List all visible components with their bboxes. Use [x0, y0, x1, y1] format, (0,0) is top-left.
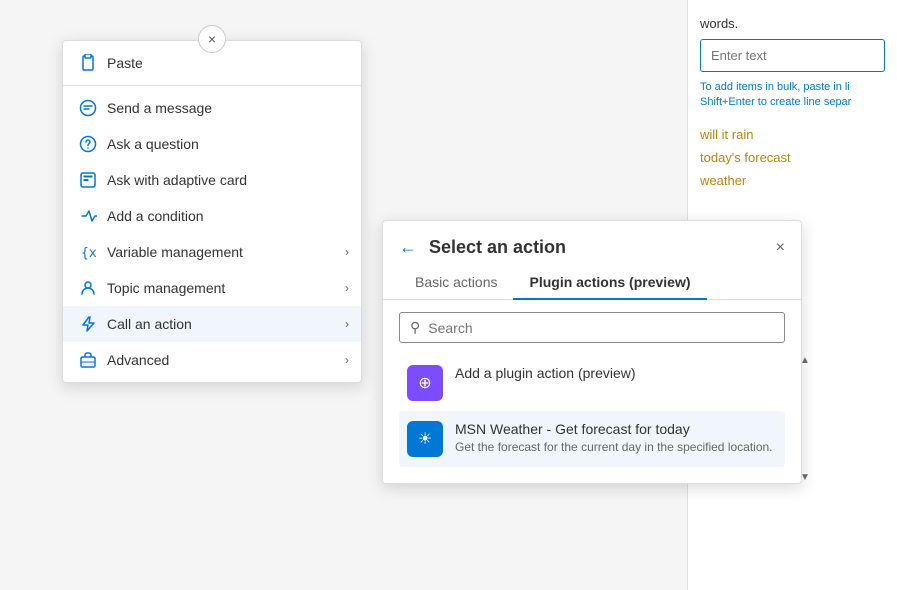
- action-item-msn-weather[interactable]: ☀ MSN Weather - Get forecast for today Get…: [399, 411, 785, 467]
- condition-icon: [79, 207, 97, 225]
- tag-weather: weather: [700, 173, 885, 188]
- context-menu: × PasteSend a messageAsk a questionAsk w…: [62, 40, 362, 383]
- chevron-right-icon: ›: [345, 353, 349, 367]
- scroll-up-button[interactable]: ▲: [800, 355, 810, 366]
- scroll-down-button[interactable]: ▼: [800, 472, 810, 483]
- menu-item-advanced[interactable]: Advanced ›: [63, 342, 361, 378]
- tag-forecast: today's forecast: [700, 150, 885, 165]
- menu-item-label-advanced: Advanced: [107, 352, 169, 368]
- action-item-title-add-plugin: Add a plugin action (preview): [455, 365, 777, 381]
- hint-text: To add items in bulk, paste in li Shift+…: [700, 80, 885, 111]
- action-list: ⊕ Add a plugin action (preview) ☀ MSN Weath…: [383, 355, 801, 483]
- menu-item-label-send-message: Send a message: [107, 100, 212, 116]
- tag-rain: will it rain: [700, 127, 885, 142]
- menu-item-label-variable: Variable management: [107, 244, 243, 260]
- tab-plugin[interactable]: Plugin actions (preview): [513, 266, 706, 300]
- action-panel: ← Select an action × Basic actionsPlugin…: [382, 220, 802, 484]
- action-panel-close-button[interactable]: ×: [776, 239, 785, 257]
- menu-item-call-action[interactable]: Call an action ›: [63, 306, 361, 342]
- chevron-right-icon: ›: [345, 245, 349, 259]
- variable-icon: {x}: [79, 243, 97, 261]
- menu-item-label-add-condition: Add a condition: [107, 208, 204, 224]
- chevron-right-icon: ›: [345, 317, 349, 331]
- menu-item-label-call-action: Call an action: [107, 316, 192, 332]
- svg-text:{x}: {x}: [81, 246, 97, 261]
- action-item-desc-msn-weather: Get the forecast for the current day in …: [455, 439, 777, 456]
- menu-item-label-ask-adaptive: Ask with adaptive card: [107, 172, 247, 188]
- words-label: words.: [700, 16, 885, 31]
- menu-item-topic[interactable]: Topic management ›: [63, 270, 361, 306]
- lightning-icon: [79, 315, 97, 333]
- enter-text-input[interactable]: [700, 39, 885, 72]
- action-item-add-plugin[interactable]: ⊕ Add a plugin action (preview): [399, 355, 785, 411]
- action-item-text-msn-weather: MSN Weather - Get forecast for today Get …: [455, 421, 777, 456]
- menu-item-add-condition[interactable]: Add a condition: [63, 198, 361, 234]
- search-box[interactable]: ⚲: [399, 312, 785, 343]
- scroll-indicator: ▲ ▼: [801, 355, 809, 483]
- paste-icon: [79, 54, 97, 72]
- adaptive-icon: [79, 171, 97, 189]
- action-item-title-msn-weather: MSN Weather - Get forecast for today: [455, 421, 777, 437]
- action-item-text-add-plugin: Add a plugin action (preview): [455, 365, 777, 383]
- question-icon: [79, 135, 97, 153]
- menu-item-label-paste: Paste: [107, 55, 143, 71]
- action-icon-add-plugin: ⊕: [407, 365, 443, 401]
- search-icon: ⚲: [410, 319, 420, 336]
- chevron-right-icon: ›: [345, 281, 349, 295]
- action-tabs: Basic actionsPlugin actions (preview): [383, 258, 801, 300]
- menu-item-ask-adaptive[interactable]: Ask with adaptive card: [63, 162, 361, 198]
- close-button[interactable]: ×: [198, 25, 226, 53]
- search-input[interactable]: [428, 320, 774, 336]
- action-panel-title: Select an action: [429, 237, 764, 258]
- message-icon: [79, 99, 97, 117]
- action-panel-header: ← Select an action ×: [383, 221, 801, 258]
- menu-item-ask-question[interactable]: Ask a question: [63, 126, 361, 162]
- menu-item-variable[interactable]: {x} Variable management ›: [63, 234, 361, 270]
- action-list-container: ⊕ Add a plugin action (preview) ☀ MSN Weath…: [383, 355, 801, 483]
- action-icon-msn-weather: ☀: [407, 421, 443, 457]
- menu-item-label-ask-question: Ask a question: [107, 136, 199, 152]
- topic-icon: [79, 279, 97, 297]
- menu-item-send-message[interactable]: Send a message: [63, 90, 361, 126]
- back-button[interactable]: ←: [399, 237, 417, 258]
- tab-basic[interactable]: Basic actions: [399, 266, 513, 300]
- menu-item-label-topic: Topic management: [107, 280, 225, 296]
- briefcase-icon: [79, 351, 97, 369]
